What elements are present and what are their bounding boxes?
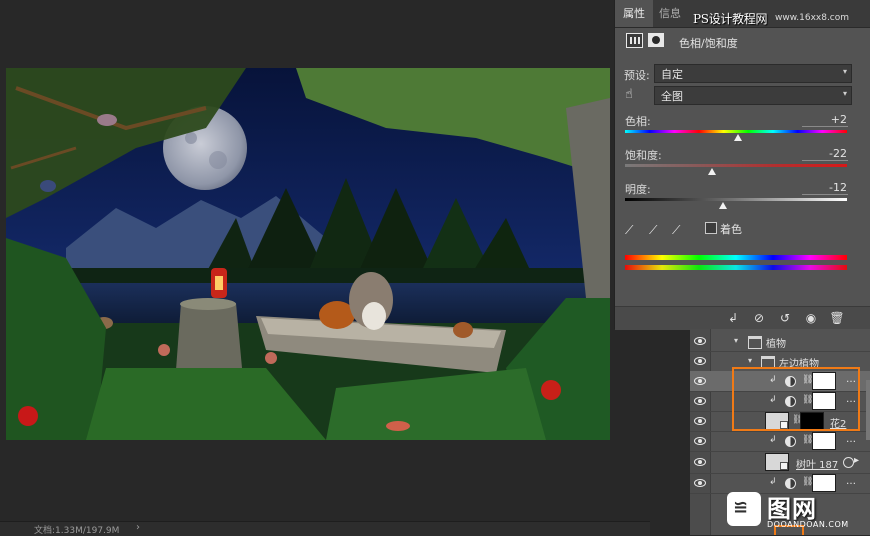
logo-text: 图网 bbox=[767, 495, 817, 523]
document-size-text: 文档:1.33M/197.9M bbox=[34, 526, 120, 536]
output-spectrum-bar bbox=[625, 265, 847, 270]
saturation-value-underline bbox=[802, 160, 848, 161]
properties-panel: 属性 信息 PS设计教程网 www.16xx8.com 色相/饱和度 预设: 自… bbox=[614, 0, 870, 330]
status-bar: 文档:1.33M/197.9M › bbox=[0, 521, 650, 536]
preset-dropdown[interactable]: 自定 ▾ bbox=[654, 64, 852, 83]
eye-icon[interactable] bbox=[694, 357, 706, 365]
clip-to-layer-icon[interactable]: ↲ bbox=[725, 311, 741, 326]
status-menu-arrow-icon[interactable]: › bbox=[136, 522, 140, 533]
clip-arrow-icon: ↲ bbox=[769, 435, 777, 445]
preset-value: 自定 bbox=[661, 68, 683, 81]
watermark-text: PS设计教程网 bbox=[693, 12, 768, 26]
layer-row-folder-plants[interactable]: ▾ 植物 bbox=[690, 331, 870, 352]
hue-slider-thumb[interactable] bbox=[734, 134, 743, 141]
more-icon[interactable]: … bbox=[846, 476, 856, 487]
lightness-slider-track[interactable] bbox=[625, 198, 847, 201]
input-spectrum-bar bbox=[625, 255, 847, 260]
watermark-url: www.16xx8.com bbox=[775, 13, 850, 23]
colorize-checkbox[interactable] bbox=[705, 222, 717, 234]
eye-icon[interactable] bbox=[694, 377, 706, 385]
adjustment-header: 色相/饱和度 bbox=[623, 32, 863, 52]
properties-footer: ↲ ⊘ ↺ ◉ 🗑 bbox=[615, 306, 870, 330]
hue-value[interactable]: +2 bbox=[795, 113, 847, 126]
logo-url: DOOANDOAN.COM bbox=[767, 520, 849, 529]
layer-row-leaves-187[interactable]: 树叶 187 ▸ bbox=[690, 451, 870, 474]
hue-slider-track[interactable] bbox=[625, 130, 847, 133]
lightness-value-underline bbox=[802, 194, 848, 195]
layer-mask-thumbnail[interactable] bbox=[812, 432, 836, 450]
eyedropper-minus-icon[interactable]: ⟋ bbox=[672, 223, 686, 237]
preset-label: 预设: bbox=[624, 69, 650, 82]
visibility-icon[interactable]: ◉ bbox=[803, 311, 819, 326]
layer-row-adjustment[interactable]: ↲ ⛓ … bbox=[690, 431, 870, 452]
adjustment-title: 色相/饱和度 bbox=[679, 37, 738, 50]
eyedropper-icon[interactable]: ⟋ bbox=[625, 223, 639, 237]
lightness-value[interactable]: -12 bbox=[795, 181, 847, 194]
logo-badge: ≌ bbox=[727, 492, 761, 526]
chevron-down-icon: ▾ bbox=[842, 89, 847, 98]
lightness-label: 明度: bbox=[625, 183, 651, 196]
eyedropper-plus-icon[interactable]: ⟋ bbox=[649, 223, 663, 237]
folder-icon bbox=[748, 336, 762, 349]
site-logo: ≌ 图网 DOOANDOAN.COM bbox=[727, 490, 870, 535]
saturation-value[interactable]: -22 bbox=[795, 147, 847, 160]
layer-mask-icon[interactable] bbox=[648, 33, 664, 47]
tab-info[interactable]: 信息 bbox=[659, 0, 681, 27]
canvas-area: 文档:1.33M/197.9M › 属性 信息 PS设计教程网 www.16xx… bbox=[0, 0, 870, 536]
hue-label: 色相: bbox=[625, 115, 651, 128]
channel-dropdown[interactable]: 全图 ▾ bbox=[654, 86, 852, 105]
layer-name[interactable]: 植物 bbox=[766, 335, 786, 350]
eye-icon[interactable] bbox=[694, 337, 706, 345]
channel-value: 全图 bbox=[661, 90, 683, 103]
view-previous-icon[interactable]: ⊘ bbox=[751, 311, 767, 326]
smart-filter-icon[interactable] bbox=[843, 457, 854, 468]
more-icon[interactable]: ▸ bbox=[854, 455, 859, 466]
layers-scrollbar[interactable] bbox=[866, 380, 870, 440]
chevron-down-icon: ▾ bbox=[842, 67, 847, 76]
reset-icon[interactable]: ↺ bbox=[777, 311, 793, 326]
composite-artwork bbox=[6, 68, 610, 440]
layer-name[interactable]: 树叶 187 bbox=[796, 456, 838, 471]
chevron-down-icon[interactable]: ▾ bbox=[734, 336, 738, 345]
hue-saturation-icon[interactable] bbox=[626, 33, 643, 48]
more-icon[interactable]: … bbox=[846, 434, 856, 445]
highlight-box bbox=[732, 367, 860, 431]
panel-tab-bar: 属性 信息 PS设计教程网 www.16xx8.com bbox=[615, 0, 870, 28]
saturation-label: 饱和度: bbox=[625, 149, 662, 162]
lightness-slider-thumb[interactable] bbox=[718, 202, 727, 209]
eye-icon[interactable] bbox=[694, 437, 706, 445]
chevron-down-icon[interactable]: ▾ bbox=[748, 356, 752, 365]
clip-arrow-icon: ↲ bbox=[769, 477, 777, 487]
eye-icon[interactable] bbox=[694, 479, 706, 487]
smart-object-thumbnail[interactable] bbox=[765, 453, 789, 471]
adjustment-layer-icon bbox=[785, 478, 796, 489]
colorize-label: 着色 bbox=[720, 223, 742, 236]
saturation-slider-thumb[interactable] bbox=[707, 168, 716, 175]
tab-properties[interactable]: 属性 bbox=[615, 0, 653, 27]
saturation-slider-track[interactable] bbox=[625, 164, 847, 167]
document-canvas[interactable] bbox=[6, 68, 610, 440]
eye-icon[interactable] bbox=[694, 458, 706, 466]
targeted-adjustment-hand-icon[interactable]: ☝ bbox=[625, 87, 639, 102]
trash-icon[interactable]: 🗑 bbox=[829, 311, 845, 326]
eye-icon[interactable] bbox=[694, 417, 706, 425]
eye-icon[interactable] bbox=[694, 397, 706, 405]
adjustment-layer-icon bbox=[785, 436, 796, 447]
hue-value-underline bbox=[802, 126, 848, 127]
